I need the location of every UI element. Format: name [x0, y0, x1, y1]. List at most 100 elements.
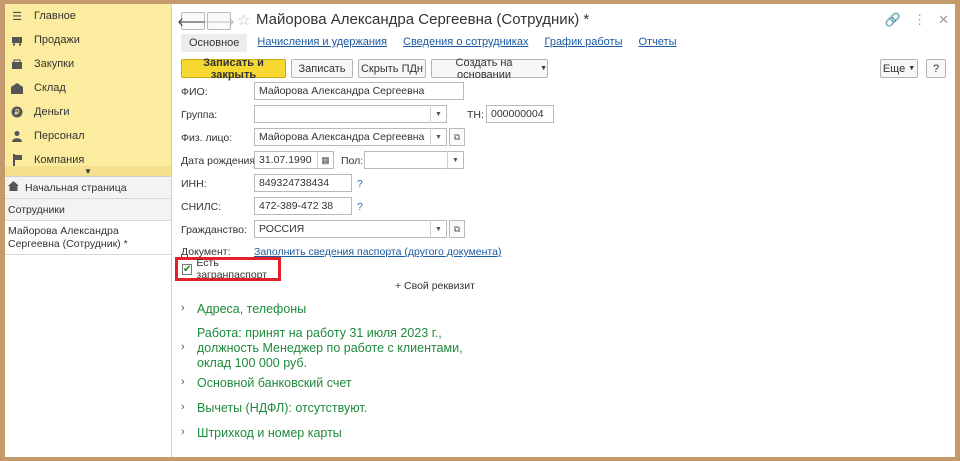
tab-main[interactable]: Основное: [181, 34, 248, 52]
more-button[interactable]: Еще ▼: [880, 59, 918, 78]
chevron-down-icon[interactable]: ▼: [430, 128, 446, 146]
person-label: Физ. лицо:: [181, 132, 233, 144]
link-icon[interactable]: 🔗: [885, 12, 901, 28]
nav-item-label: Склад: [34, 82, 66, 94]
svg-text:₽: ₽: [14, 108, 19, 117]
command-bar: Записать и закрыть Записать Скрыть ПДн С…: [181, 57, 947, 81]
person-value: Майорова Александра Сергеевна: [259, 131, 425, 143]
cart-icon: [10, 33, 24, 47]
inn-input[interactable]: 849324738434: [254, 174, 352, 192]
fio-input[interactable]: Майорова Александра Сергеевна: [254, 82, 464, 100]
open-icon[interactable]: ⧉: [449, 220, 465, 238]
hide-pd-button[interactable]: Скрыть ПДн: [358, 59, 426, 78]
tn-label: ТН:: [467, 109, 484, 121]
open-window-label: Начальная страница: [25, 181, 127, 194]
section-label: Работа: принят на работу 31 июля 2023 г.…: [197, 326, 463, 370]
chevron-down-icon[interactable]: ▼: [430, 105, 446, 123]
warehouse-icon: [10, 81, 24, 95]
passport-checkbox-label: Есть загранпаспорт: [196, 257, 268, 281]
section-panel: ☰ Главное Продажи Закупки Склад ₽ Деньги…: [5, 4, 171, 176]
open-window-label: Сотрудники: [8, 203, 65, 216]
back-button[interactable]: 🡐: [177, 12, 209, 30]
page-title: Майорова Александра Сергеевна (Сотрудник…: [256, 11, 590, 28]
save-and-close-button[interactable]: Записать и закрыть: [181, 57, 286, 81]
nav-item-label: Компания: [34, 154, 85, 166]
section-label: Адреса, телефоны: [197, 302, 307, 316]
tab-schedule[interactable]: График работы: [538, 34, 628, 52]
section-employment[interactable]: › Работа: принят на работу 31 июля 2023 …: [181, 326, 472, 371]
close-icon[interactable]: ✕: [938, 12, 949, 28]
section-deductions[interactable]: › Вычеты (НДФЛ): отсутствуют.: [181, 401, 367, 416]
birth-date-label: Дата рождения:: [181, 155, 258, 167]
tn-input[interactable]: 000000004: [486, 105, 554, 123]
fio-value: Майорова Александра Сергеевна: [259, 85, 425, 97]
chevron-right-icon: ›: [181, 426, 185, 438]
tab-employee-info[interactable]: Сведения о сотрудниках: [397, 34, 534, 52]
open-window-label: Майорова Александра Сергеевна (Сотрудник…: [8, 224, 128, 250]
snils-input[interactable]: 472-389-472 38: [254, 197, 352, 215]
chevron-down-icon: ▼: [908, 65, 916, 72]
snils-value: 472-389-472 38: [259, 200, 334, 212]
nav-item-money[interactable]: ₽ Деньги: [5, 100, 171, 124]
chevron-right-icon: ›: [181, 401, 185, 413]
section-label: Вычеты (НДФЛ): отсутствуют.: [197, 401, 368, 415]
chevron-right-icon: ›: [181, 302, 185, 314]
birth-date-value: 31.07.1990: [259, 154, 312, 166]
help-button[interactable]: ?: [926, 59, 946, 78]
document-form: 🡐 🡒 ☆ Майорова Александра Сергеевна (Сот…: [173, 4, 955, 457]
nav-item-warehouse[interactable]: Склад: [5, 76, 171, 100]
chevron-right-icon: ›: [181, 341, 185, 353]
custom-attribute-link[interactable]: + Свой реквизит: [395, 280, 475, 292]
calendar-icon[interactable]: ▦: [317, 151, 333, 169]
chevron-down-icon: ▼: [540, 65, 547, 72]
section-label: Основной банковский счет: [197, 376, 352, 390]
section-label: Штрихкод и номер карты: [197, 426, 342, 440]
star-icon[interactable]: ☆: [237, 11, 250, 29]
passport-checkbox[interactable]: ✔: [182, 263, 193, 275]
money-icon: ₽: [10, 105, 24, 119]
gender-select[interactable]: ▼: [364, 151, 464, 169]
passport-checkbox-highlight: ✔ Есть загранпаспорт: [175, 257, 281, 281]
forward-button[interactable]: 🡒: [203, 12, 235, 30]
snils-help-link[interactable]: ?: [357, 201, 363, 213]
nav-item-sales[interactable]: Продажи: [5, 28, 171, 52]
tab-accruals[interactable]: Начисления и удержания: [251, 34, 393, 52]
purchase-icon: [10, 57, 24, 71]
section-bank-account[interactable]: › Основной банковский счет: [181, 376, 352, 391]
open-window-employees[interactable]: Сотрудники: [5, 199, 171, 221]
more-vertical-icon[interactable]: ⋮: [913, 12, 926, 28]
open-window-home[interactable]: Начальная страница: [5, 177, 171, 199]
nav-item-label: Персонал: [34, 130, 85, 142]
title-bar: 🡐 🡒 ☆ Майорова Александра Сергеевна (Сот…: [173, 10, 955, 32]
chevron-down-icon[interactable]: ▼: [430, 220, 446, 238]
create-based-on-button[interactable]: Создать на основании ▼: [431, 57, 548, 81]
company-icon: [10, 153, 24, 167]
open-window-current[interactable]: Майорова Александра Сергеевна (Сотрудник…: [5, 221, 171, 255]
nav-item-label: Закупки: [34, 58, 75, 70]
person-input[interactable]: Майорова Александра Сергеевна ▼: [254, 128, 447, 146]
snils-label: СНИЛС:: [181, 201, 222, 213]
nav-item-purchases[interactable]: Закупки: [5, 52, 171, 76]
section-barcode[interactable]: › Штрихкод и номер карты: [181, 426, 342, 441]
open-icon[interactable]: ⧉: [449, 128, 465, 146]
nav-item-main[interactable]: ☰ Главное: [5, 4, 171, 28]
group-label: Группа:: [181, 109, 218, 121]
window-controls: 🔗 ⋮ ✕: [885, 12, 949, 28]
scroll-down-icon[interactable]: ▼: [5, 166, 171, 176]
section-addresses[interactable]: › Адреса, телефоны: [181, 302, 306, 317]
tab-reports[interactable]: Отчеты: [632, 34, 682, 52]
inn-label: ИНН:: [181, 178, 207, 190]
nav-item-personnel[interactable]: Персонал: [5, 124, 171, 148]
fill-passport-link[interactable]: Заполнить сведения паспорта (другого док…: [254, 246, 501, 258]
group-input[interactable]: ▼: [254, 105, 447, 123]
chevron-right-icon: ›: [181, 376, 185, 388]
chevron-down-icon[interactable]: ▼: [447, 151, 463, 169]
save-button[interactable]: Записать: [291, 59, 353, 78]
birth-date-input[interactable]: 31.07.1990 ▦: [254, 151, 334, 169]
citizenship-input[interactable]: РОССИЯ ▼: [254, 220, 447, 238]
app-window: ☰ Главное Продажи Закупки Склад ₽ Деньги…: [5, 4, 955, 457]
gender-label: Пол:: [341, 155, 364, 167]
inn-help-link[interactable]: ?: [357, 178, 363, 190]
menu-icon: ☰: [12, 10, 22, 23]
home-icon: [8, 181, 19, 194]
